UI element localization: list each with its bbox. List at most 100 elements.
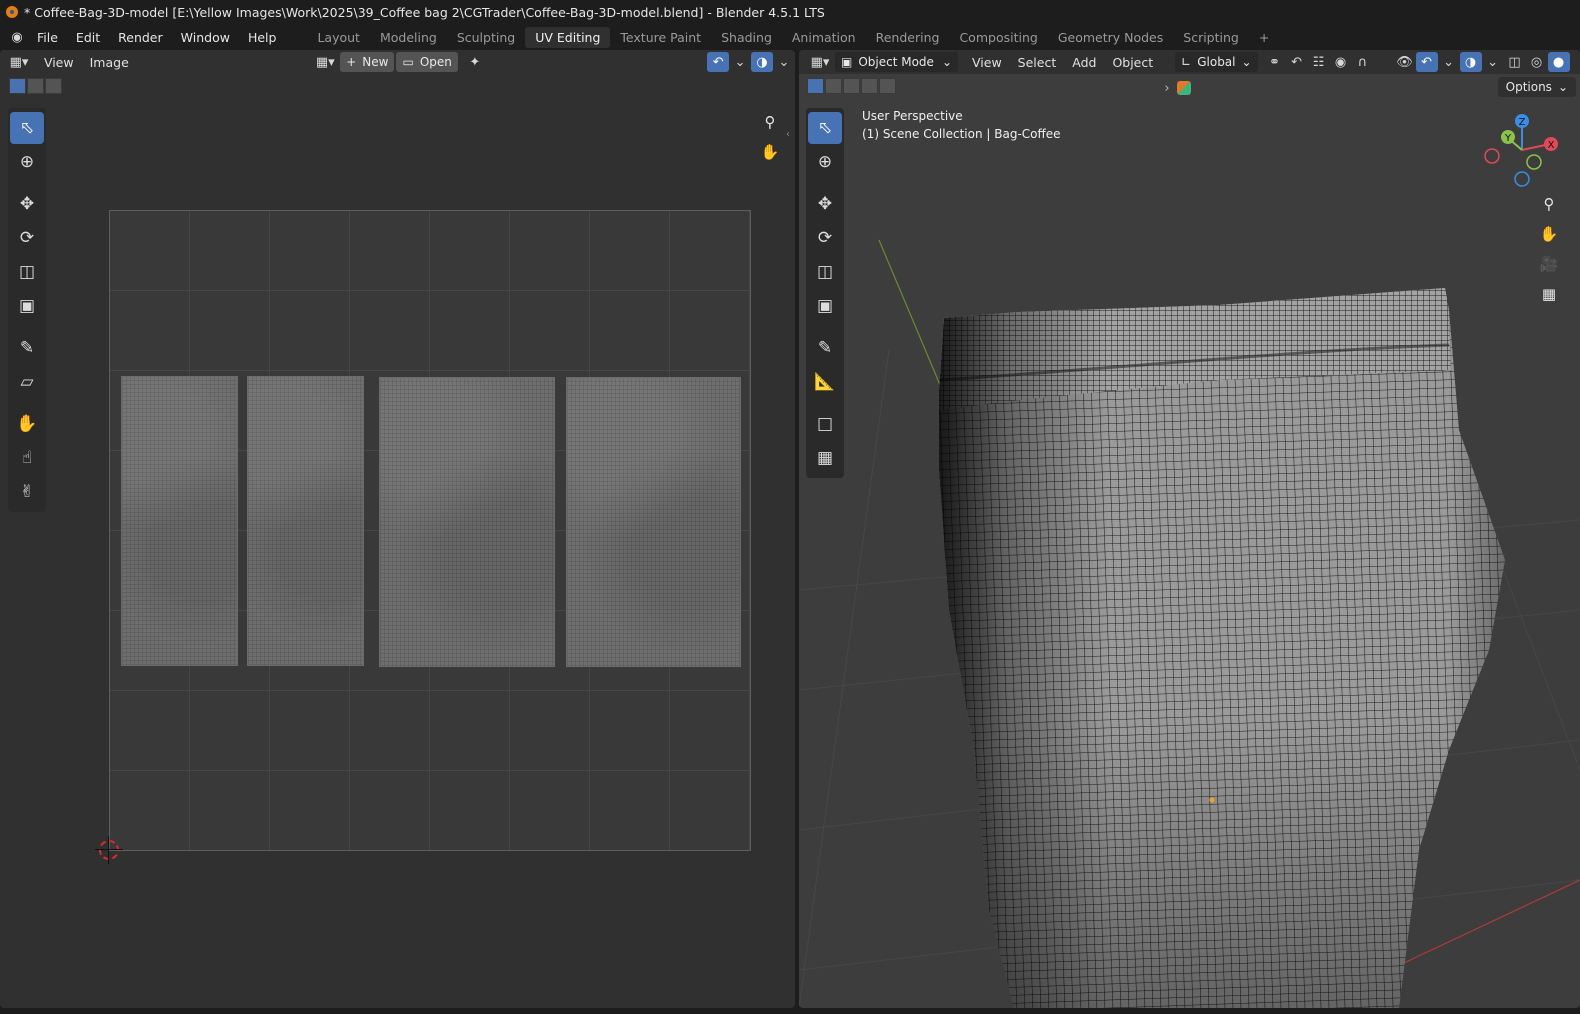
camera-view-icon[interactable]: 🎥: [1537, 252, 1561, 276]
sidebar-toggle-icon[interactable]: ‹: [782, 122, 794, 146]
menu-select[interactable]: Select: [1010, 55, 1065, 70]
navigation-gizmo[interactable]: Z X Y: [1480, 110, 1560, 190]
transform-icon[interactable]: ▣: [808, 290, 842, 322]
rotate-icon[interactable]: ⟳: [808, 222, 842, 254]
editor-type-icon[interactable]: ▦▾: [8, 52, 30, 72]
select-invert-icon[interactable]: [879, 78, 896, 94]
rip-icon[interactable]: ▱: [10, 366, 44, 398]
options-dropdown[interactable]: Options ⌄: [1497, 77, 1576, 97]
select-subtract-icon[interactable]: [45, 78, 62, 94]
gizmo-icon[interactable]: ↶: [1415, 52, 1438, 72]
tab-rendering[interactable]: Rendering: [866, 27, 950, 48]
select-extend-icon[interactable]: [825, 78, 842, 94]
uv-island[interactable]: [379, 377, 555, 667]
window-title: * Coffee-Bag-3D-model [E:\Yellow Images\…: [24, 4, 825, 20]
gizmo-dropdown-icon[interactable]: ⌄: [1438, 52, 1460, 72]
image-browse-icon[interactable]: ▦▾: [314, 52, 336, 72]
cursor-icon[interactable]: ⊕: [10, 146, 44, 178]
perspective-toggle-icon[interactable]: ▦: [1537, 282, 1561, 306]
tab-geometry-nodes[interactable]: Geometry Nodes: [1048, 27, 1173, 48]
view-perspective-label: User Perspective: [862, 109, 963, 123]
tab-sculpting[interactable]: Sculpting: [447, 27, 525, 48]
2d-cursor-icon[interactable]: [95, 836, 123, 864]
select-intersect-icon[interactable]: [861, 78, 878, 94]
new-image-button[interactable]: + New: [340, 52, 395, 72]
select-extend-icon[interactable]: [27, 78, 44, 94]
annotate-icon[interactable]: ✎: [10, 332, 44, 364]
collapse-arrow-icon[interactable]: ›: [1156, 78, 1178, 98]
add-cube-icon[interactable]: □: [808, 408, 842, 440]
overlays-icon[interactable]: ◑: [751, 52, 774, 72]
tab-texture-paint[interactable]: Texture Paint: [610, 27, 711, 48]
menu-render[interactable]: Render: [109, 30, 172, 45]
blender-menu-icon[interactable]: ◉: [6, 27, 28, 47]
overlays-icon[interactable]: ◑: [1459, 52, 1482, 72]
tab-scripting[interactable]: Scripting: [1173, 27, 1249, 48]
tab-layout[interactable]: Layout: [307, 27, 370, 48]
menu-view[interactable]: View: [964, 55, 1010, 70]
tab-uv-editing[interactable]: UV Editing: [525, 26, 611, 48]
transform-orientation-select[interactable]: ∟ Global ⌄: [1175, 52, 1258, 72]
3d-viewport[interactable]: ▦▾ ▣ Object Mode ⌄ View Select Add Objec…: [799, 50, 1580, 1008]
pan-hand-icon[interactable]: ✋: [758, 140, 782, 164]
menu-add[interactable]: Add: [1064, 55, 1104, 70]
overlays-dropdown-icon[interactable]: ⌄: [1482, 52, 1504, 72]
annotate-icon[interactable]: ✎: [808, 332, 842, 364]
uv-image-bounds[interactable]: [109, 210, 751, 851]
menu-file[interactable]: File: [28, 30, 67, 45]
select-box-icon[interactable]: ⬁: [10, 112, 44, 144]
uv-snapping-icon[interactable]: ↶: [707, 52, 730, 72]
snap-icon[interactable]: ↶: [1286, 52, 1308, 72]
move-icon[interactable]: ✥: [10, 188, 44, 220]
menu-window[interactable]: Window: [172, 30, 239, 45]
menu-object[interactable]: Object: [1104, 55, 1161, 70]
snap-dropdown-icon[interactable]: ⌄: [729, 52, 751, 72]
uv-island[interactable]: [566, 377, 741, 667]
tab-animation[interactable]: Animation: [782, 27, 866, 48]
zoom-icon[interactable]: ⚲: [758, 110, 782, 134]
select-box-icon[interactable]: ⬁: [808, 112, 842, 144]
relax-icon[interactable]: ☝: [10, 442, 44, 474]
pin-icon[interactable]: ✦: [464, 52, 486, 72]
tab-compositing[interactable]: Compositing: [949, 27, 1047, 48]
uv-island[interactable]: [247, 376, 364, 666]
tab-shading[interactable]: Shading: [711, 27, 782, 48]
object-type-icon[interactable]: [1177, 81, 1191, 95]
editor-type-icon[interactable]: ▦▾: [809, 52, 831, 72]
menu-image[interactable]: Image: [82, 55, 137, 70]
proportional-edit-icon[interactable]: ◉: [1330, 52, 1352, 72]
add-workspace-button[interactable]: +: [1249, 27, 1279, 48]
grab-icon[interactable]: ✋: [10, 408, 44, 440]
mode-select[interactable]: ▣ Object Mode ⌄: [835, 52, 958, 72]
select-new-icon[interactable]: [9, 78, 26, 94]
visibility-icon[interactable]: 👁: [1394, 52, 1416, 72]
move-icon[interactable]: ✥: [808, 188, 842, 220]
coffee-bag-mesh[interactable]: [799, 50, 1580, 1008]
scale-icon[interactable]: ◫: [10, 256, 44, 288]
measure-icon[interactable]: 📐: [808, 366, 842, 398]
select-new-icon[interactable]: [807, 78, 824, 94]
pan-hand-icon[interactable]: ✋: [1537, 222, 1561, 246]
xray-icon[interactable]: ◫: [1504, 52, 1526, 72]
select-subtract-icon[interactable]: [843, 78, 860, 94]
pinch-icon[interactable]: ✌: [10, 476, 44, 508]
overlays-dropdown-icon[interactable]: ⌄: [773, 52, 795, 72]
tab-modeling[interactable]: Modeling: [370, 27, 447, 48]
zoom-icon[interactable]: ⚲: [1537, 192, 1561, 216]
scale-icon[interactable]: ◫: [808, 256, 842, 288]
menu-view[interactable]: View: [36, 55, 82, 70]
uv-island[interactable]: [121, 376, 238, 666]
snap-target-icon[interactable]: ☷: [1308, 52, 1330, 72]
menu-edit[interactable]: Edit: [67, 30, 109, 45]
falloff-icon[interactable]: ∩: [1352, 52, 1374, 72]
top-menu-bar: ◉ File Edit Render Window Help Layout Mo…: [0, 24, 1580, 50]
menu-help[interactable]: Help: [239, 30, 286, 45]
cursor-icon[interactable]: ⊕: [808, 146, 842, 178]
wireframe-shading-icon[interactable]: ◎: [1526, 52, 1548, 72]
pivot-point-icon[interactable]: ⚭: [1264, 52, 1286, 72]
extrude-icon[interactable]: ▦: [808, 442, 842, 474]
solid-shading-icon[interactable]: ●: [1547, 52, 1570, 72]
rotate-icon[interactable]: ⟳: [10, 222, 44, 254]
open-image-button[interactable]: ▭ Open: [396, 52, 458, 72]
transform-icon[interactable]: ▣: [10, 290, 44, 322]
